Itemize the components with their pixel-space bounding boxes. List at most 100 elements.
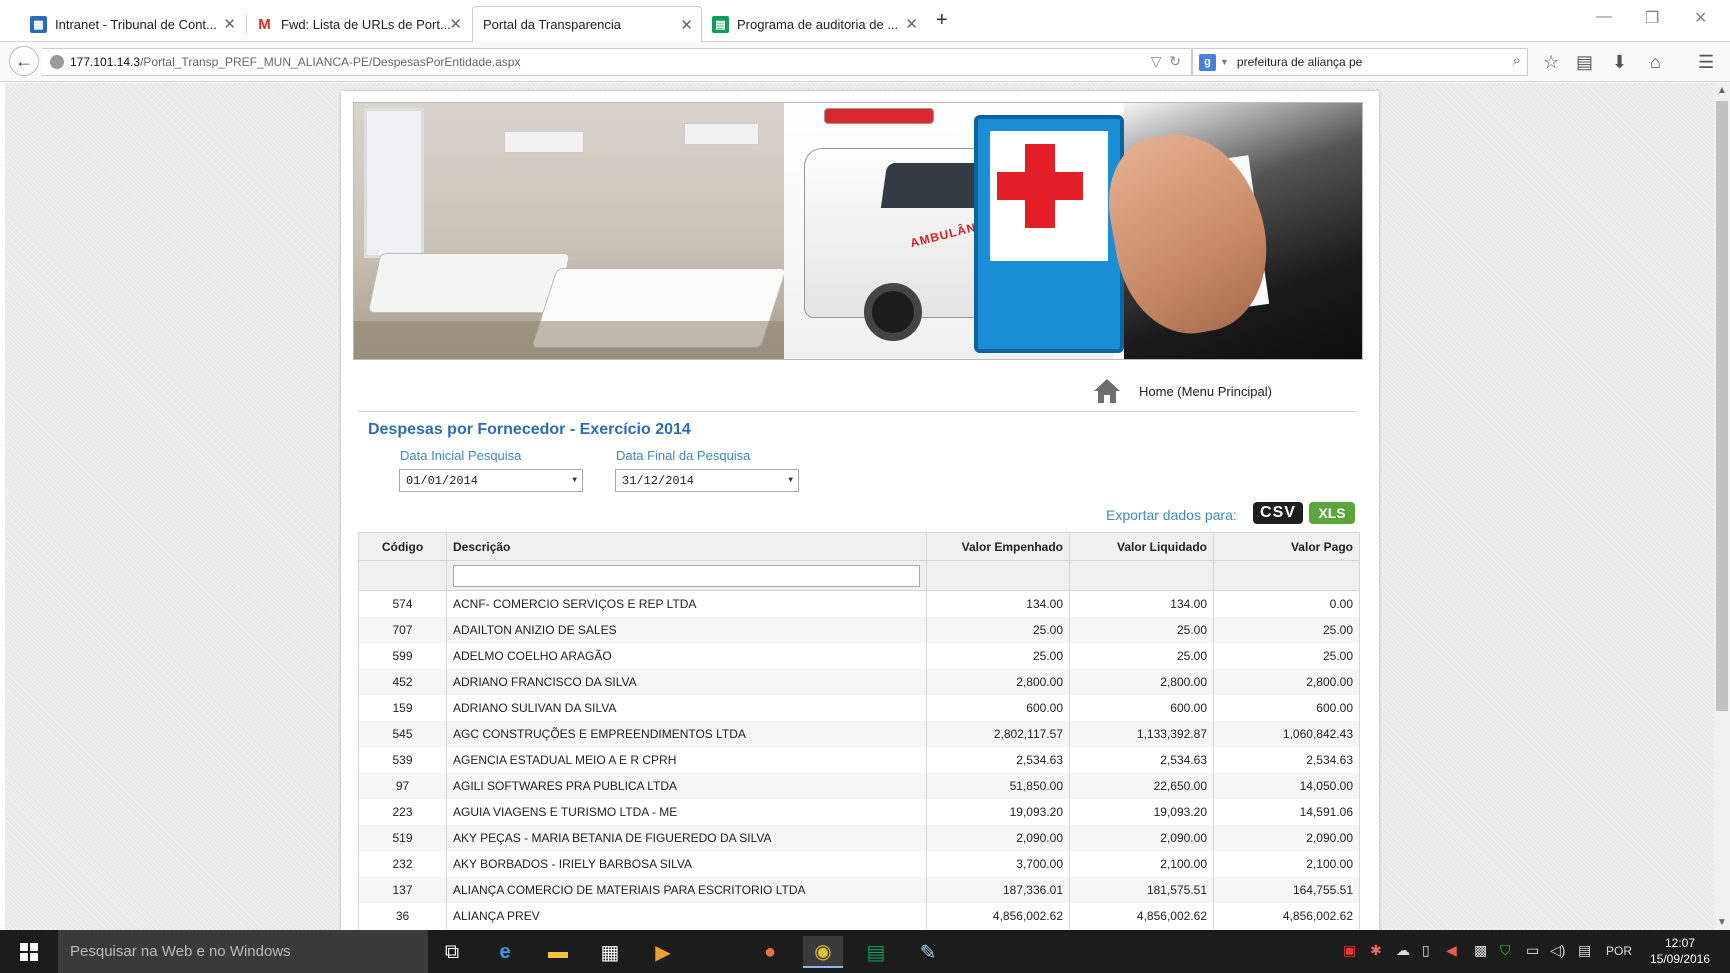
cell-descricao: ALIANÇA COMERCIO DE MATERIAIS PARA ESCRI… [446,876,927,903]
cell-valor-liquidado: 600.00 [1069,694,1214,721]
taskbar-search-box[interactable]: Pesquisar na Web e no Windows [58,930,428,973]
tab-programa-auditoria[interactable]: ▤ Programa de auditoria de ... ✕ [704,6,926,42]
close-tab-icon[interactable]: ✕ [680,16,693,34]
medical-cross-sign [974,115,1124,353]
cell-codigo: 159 [358,694,447,721]
browser-nav-bar: ← 177.101.14.3/Portal_Transp_PREF_MUN_AL… [0,42,1730,82]
volume-icon[interactable]: ◁) [1550,942,1565,959]
home-menu-link[interactable]: Home (Menu Principal) [1093,377,1272,405]
search-icon[interactable]: ⌕ [1513,52,1521,69]
usb-icon[interactable]: ▯ [1422,942,1430,959]
export-csv-button[interactable]: CSV [1253,502,1303,524]
filter-cell-empty [358,560,447,591]
header-valor-empenhado[interactable]: Valor Empenhado [926,532,1070,561]
cell-valor-empenhado: 19,093.20 [926,798,1070,825]
language-indicator[interactable]: POR [1606,944,1632,958]
start-date-select[interactable]: 01/01/2014 ▼ [399,469,583,492]
close-tab-icon[interactable]: ✕ [905,15,918,33]
start-button[interactable] [0,930,58,973]
cell-codigo: 137 [358,876,447,903]
app-tray-icon[interactable]: ▩ [1474,942,1487,959]
table-row[interactable]: 599 ADELMO COELHO ARAGÃO 25.00 25.00 25.00 [358,642,1360,669]
tab-portal-transparencia[interactable]: Portal da Transparencia ✕ [472,6,702,42]
file-explorer-icon[interactable]: ▬ [538,936,578,968]
network-icon[interactable]: ▭ [1526,942,1539,959]
cell-valor-empenhado: 2,534.63 [926,746,1070,773]
cell-valor-pago: 2,800.00 [1213,668,1360,695]
sheets-app-icon[interactable]: ▤ [856,936,896,968]
cell-valor-pago: 600.00 [1213,694,1360,721]
close-tab-icon[interactable]: ✕ [223,15,236,33]
page-background: AMBULÂNCIA Home (Menu Principal) Despesa… [5,83,1714,930]
back-button[interactable]: ← [9,46,39,76]
cell-codigo: 97 [358,772,447,799]
system-clock[interactable]: 12:07 15/09/2016 [1640,935,1720,967]
paint-app-icon[interactable]: ✎ [908,936,948,968]
table-row[interactable]: 452 ADRIANO FRANCISCO DA SILVA 2,800.00 2,8… [358,668,1360,695]
chrome-icon[interactable]: ◉ [803,936,843,968]
media-player-icon[interactable]: ▶ [643,936,683,968]
end-date-select[interactable]: 31/12/2014 ▼ [615,469,799,492]
cell-valor-liquidado: 2,534.63 [1069,746,1214,773]
header-descricao[interactable]: Descrição [446,532,927,561]
search-bar[interactable]: g ▼ prefeitura de aliança pe ⌕ [1192,48,1528,76]
header-valor-pago[interactable]: Valor Pago [1213,532,1360,561]
table-row[interactable]: 539 AGENCIA ESTADUAL MEIO A E R CPRH 2,534… [358,746,1360,773]
tab-intranet[interactable]: ▦ Intranet - Tribunal de Cont... ✕ [22,6,244,42]
star-icon[interactable]: ☆ [1543,52,1559,73]
shield-icon[interactable]: ⛉ [1500,942,1511,959]
chevron-down-icon[interactable]: ▼ [1220,57,1229,67]
table-row[interactable]: 545 AGC CONSTRUÇÕES E EMPREENDIMENTOS LTD… [358,720,1360,747]
table-row[interactable]: 519 AKY PEÇAS - MARIA BETANIA DE FIGUERED… [358,824,1360,851]
table-row[interactable]: 137 ALIANÇA COMERCIO DE MATERIAIS PARA ES… [358,876,1360,903]
edge-browser-icon[interactable]: e [485,936,525,968]
scrollbar-thumb[interactable] [1716,101,1728,711]
table-row[interactable]: 232 AKY BORBADOS - IRIELY BARBOSA SILVA 3,… [358,850,1360,877]
task-view-icon[interactable]: ⧉ [432,936,472,968]
tab-gmail[interactable]: M Fwd: Lista de URLs de Port... ✕ [248,6,470,42]
globe-icon [50,55,64,69]
siren-lights [824,108,934,124]
content-container: AMBULÂNCIA Home (Menu Principal) Despesa… [341,91,1379,930]
tool-tray-icon[interactable]: ✱ [1370,942,1382,959]
table-row[interactable]: 97 AGILI SOFTWARES PRA PUBLICA LTDA 51,850… [358,772,1360,799]
filter-cell-empty [926,560,1070,591]
cell-valor-liquidado: 19,093.20 [1069,798,1214,825]
cloud-icon[interactable]: ☁ [1396,942,1410,959]
store-icon[interactable]: ▦ [590,936,630,968]
firefox-icon[interactable]: ● [750,936,790,968]
cell-valor-pago: 2,090.00 [1213,824,1360,851]
export-xls-button[interactable]: XLS [1309,502,1355,524]
cell-valor-liquidado: 2,800.00 [1069,668,1214,695]
table-row[interactable]: 36 ALIANÇA PREV 4,856,002.62 4,856,002.62 4,… [358,902,1360,929]
table-row[interactable]: 159 ADRIANO SULIVAN DA SILVA 600.00 600.00 6… [358,694,1360,721]
scroll-down-icon[interactable]: ▼ [1717,917,1727,928]
new-tab-button[interactable]: + [936,9,948,32]
cell-descricao: ACNF- COMERCIO SERVIÇOS E REP LTDA [446,590,927,617]
download-icon[interactable]: ⬇ [1612,52,1627,73]
header-codigo[interactable]: Código [358,532,447,561]
description-filter-input[interactable] [453,564,920,587]
header-valor-liquidado[interactable]: Valor Liquidado [1069,532,1214,561]
home-icon[interactable]: ⌂ [1650,52,1661,73]
dropdown-reload-icons[interactable]: ▽ ↻ [1151,53,1181,70]
alert-tray-icon[interactable]: ◀ [1446,942,1457,959]
table-row[interactable]: 574 ACNF- COMERCIO SERVIÇOS E REP LTDA 134… [358,590,1360,617]
menu-icon[interactable]: ☰ [1698,52,1714,73]
cell-valor-pago: 4,856,002.62 [1213,902,1360,929]
restore-icon[interactable]: ❐ [1645,8,1659,28]
notifications-icon[interactable]: ▤ [1578,942,1591,959]
pdf-tray-icon[interactable]: ▣ [1343,942,1356,959]
address-bar[interactable]: 177.101.14.3/Portal_Transp_PREF_MUN_ALIA… [42,48,1192,76]
reading-list-icon[interactable]: ▤ [1576,52,1593,73]
close-window-icon[interactable]: ✕ [1694,8,1707,28]
cell-codigo: 452 [358,668,447,695]
close-tab-icon[interactable]: ✕ [449,15,462,33]
cell-valor-liquidado: 25.00 [1069,616,1214,643]
table-row[interactable]: 223 AGUIA VIAGENS E TURISMO LTDA - ME 19,0… [358,798,1360,825]
table-row[interactable]: 707 ADAILTON ANIZIO DE SALES 25.00 25.00 25.… [358,616,1360,643]
suppliers-expenses-table: Código Descrição Valor Empenhado Valor L… [358,532,1360,929]
scroll-up-icon[interactable]: ▲ [1717,85,1727,96]
page-scrollbar[interactable]: ▲ ▼ [1714,83,1730,930]
minimize-icon[interactable]: — [1596,8,1612,26]
